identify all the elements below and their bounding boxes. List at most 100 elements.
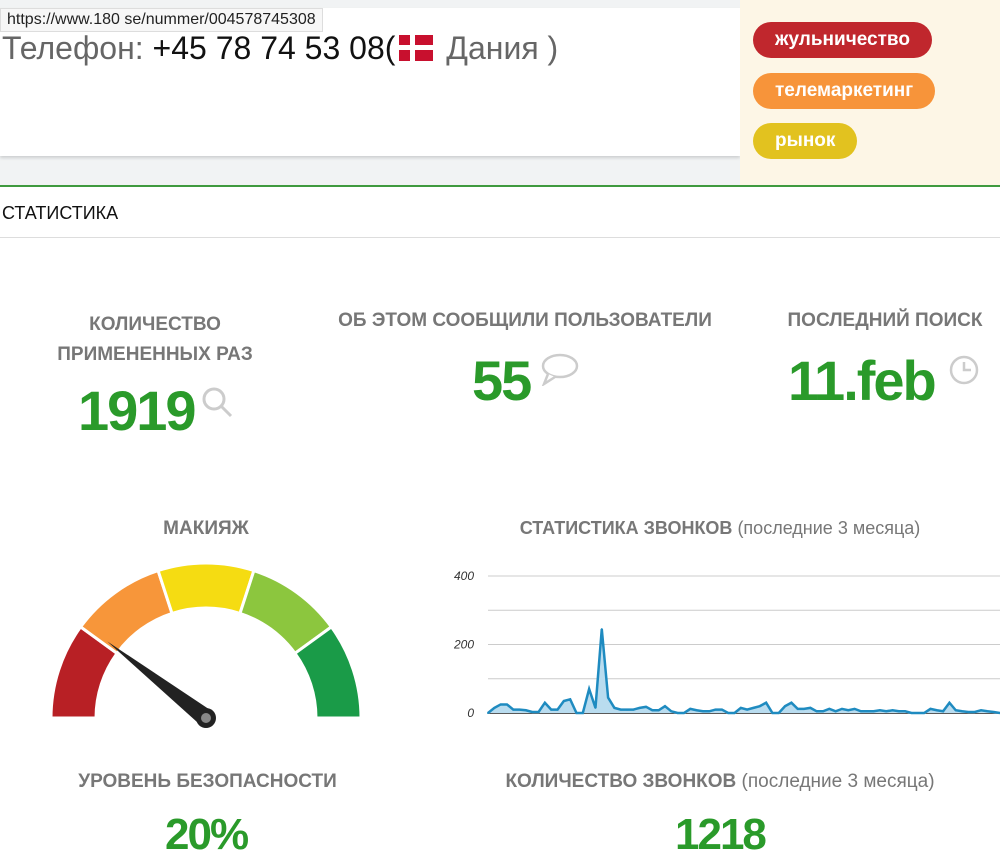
- data-point: [537, 710, 540, 713]
- calls-label-main: КОЛИЧЕСТВО ЗВОНКОВ: [505, 771, 737, 792]
- y-tick-label: 0: [467, 706, 474, 720]
- calls-value: 1218: [675, 810, 767, 859]
- data-point: [923, 712, 926, 714]
- calls-label-suffix: (последние 3 месяца): [736, 771, 935, 792]
- last-search-value: 11.feb: [788, 349, 937, 412]
- data-point: [980, 709, 983, 712]
- data-point: [594, 706, 597, 709]
- last-search-label: ПОСЛЕДНИЙ ПОИСК: [787, 310, 983, 331]
- data-point: [651, 709, 654, 712]
- data-point: [891, 709, 894, 712]
- data-point: [853, 707, 856, 710]
- data-point: [828, 707, 831, 710]
- data-point: [619, 708, 622, 711]
- data-point: [822, 710, 825, 713]
- phone-line: Телефон: +45 78 74 53 08( Дания ): [2, 30, 558, 67]
- y-tick-label: 400: [454, 569, 474, 583]
- data-point: [695, 709, 698, 712]
- data-point: [720, 708, 723, 711]
- tag-fraud[interactable]: жульничество: [753, 22, 932, 58]
- tag-panel: жульничество телемаркетинг рынок: [740, 0, 1000, 185]
- data-point: [518, 708, 521, 711]
- data-point: [973, 710, 976, 713]
- data-point: [670, 710, 673, 713]
- data-point: [607, 696, 610, 699]
- data-point: [733, 712, 736, 714]
- divider: [0, 237, 1000, 238]
- gauge-title: МАКИЯЖ: [163, 518, 249, 539]
- data-point: [859, 710, 862, 713]
- data-point: [784, 705, 787, 708]
- data-point: [878, 709, 881, 712]
- y-tick-label: 200: [453, 638, 474, 652]
- data-point: [815, 710, 818, 713]
- data-point: [904, 710, 907, 713]
- data-point: [847, 709, 850, 712]
- data-point: [638, 706, 641, 709]
- search-icon: [202, 387, 233, 418]
- data-point: [885, 710, 888, 713]
- data-point: [613, 706, 616, 709]
- data-point: [752, 706, 755, 709]
- divider: [0, 185, 1000, 187]
- data-point: [803, 707, 806, 710]
- data-point: [505, 703, 508, 706]
- data-point: [790, 701, 793, 704]
- data-point: [777, 712, 780, 714]
- data-point: [834, 710, 837, 713]
- comment-icon: [541, 353, 579, 386]
- data-point: [897, 710, 900, 713]
- data-point: [866, 710, 869, 713]
- safety-value: 20%: [165, 810, 249, 859]
- safety-label: УРОВЕНЬ БЕЗОПАСНОСТИ: [78, 771, 337, 792]
- used-label-2: ПРИМЕНЕННЫХ РАЗ: [57, 344, 253, 365]
- data-point: [758, 705, 761, 708]
- data-point: [663, 705, 666, 708]
- data-point: [727, 712, 730, 714]
- data-point: [626, 708, 629, 711]
- data-point: [935, 709, 938, 712]
- data-point: [739, 706, 742, 709]
- data-point: [556, 708, 559, 711]
- section-title: СТАТИСТИКА: [2, 203, 119, 223]
- data-point: [948, 701, 951, 704]
- data-point: [771, 712, 774, 714]
- calls-label: КОЛИЧЕСТВО ЗВОНКОВ (последние 3 месяца): [440, 771, 1000, 793]
- calls-chart: 400 200 0: [453, 569, 1000, 720]
- chart-title-suffix: (последние 3 месяца): [732, 518, 921, 538]
- data-point: [493, 706, 496, 709]
- phone-number: +45 78 74 53 08: [152, 30, 385, 66]
- chart-title: СТАТИСТИКА ЗВОНКОВ (последние 3 месяца): [440, 518, 1000, 539]
- data-point: [708, 710, 711, 713]
- data-point: [682, 712, 685, 714]
- data-point: [600, 628, 603, 631]
- data-point: [487, 712, 489, 714]
- data-point: [657, 709, 660, 712]
- data-point: [531, 710, 534, 713]
- data-point: [916, 712, 919, 714]
- phone-label: Телефон:: [2, 30, 153, 66]
- denmark-flag-icon: [399, 35, 434, 61]
- data-point: [714, 708, 717, 711]
- paren: (: [384, 30, 396, 66]
- data-point: [575, 712, 578, 714]
- data-point: [872, 710, 875, 713]
- gauge-needle: [107, 641, 212, 726]
- data-point: [910, 712, 913, 714]
- data-point: [954, 709, 957, 712]
- data-point: [765, 701, 768, 704]
- reported-value: 55: [472, 349, 532, 412]
- data-point: [746, 708, 749, 711]
- clock-icon: [949, 355, 979, 385]
- data-point: [632, 708, 635, 711]
- gauge-segment: [156, 561, 256, 616]
- tag-market[interactable]: рынок: [753, 123, 858, 159]
- data-point: [840, 707, 843, 710]
- url-tooltip: https://www.180 se/nummer/004578745308: [0, 8, 323, 32]
- tag-telemarketing[interactable]: телемаркетинг: [753, 73, 936, 109]
- data-point: [581, 712, 584, 714]
- data-point: [524, 709, 527, 712]
- data-point: [986, 710, 989, 713]
- country: Дания ): [437, 30, 559, 66]
- data-point: [992, 710, 995, 713]
